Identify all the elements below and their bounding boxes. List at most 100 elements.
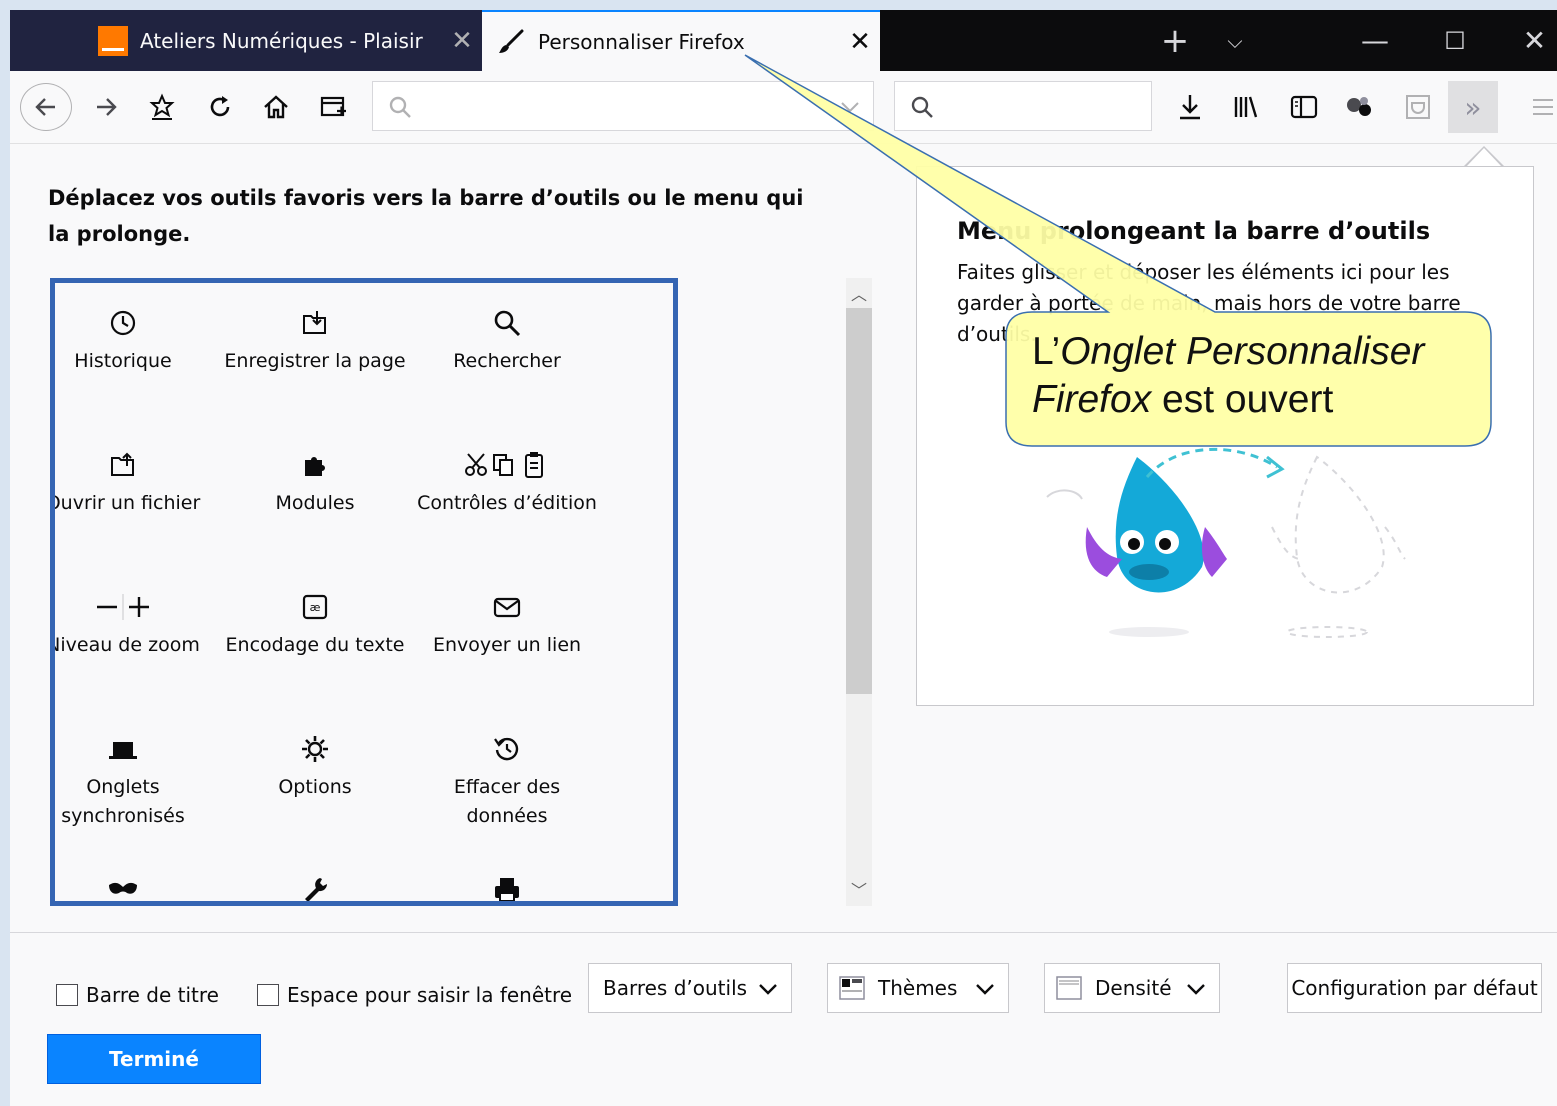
url-bar[interactable] xyxy=(372,81,874,131)
svg-text:æ: æ xyxy=(310,601,321,614)
new-tab-icon[interactable]: + xyxy=(1155,10,1195,71)
search-bar[interactable] xyxy=(894,81,1152,131)
home-icon xyxy=(264,95,288,119)
download-icon xyxy=(1180,95,1200,120)
hamburger-menu-button[interactable] xyxy=(1528,89,1557,125)
scroll-up-icon[interactable]: ︿ xyxy=(846,280,872,306)
palette-item-edit-controls[interactable]: Contrôles d’édition xyxy=(411,445,603,518)
forward-arrow-icon xyxy=(97,98,117,116)
palette-item-open-file[interactable]: Ouvrir un fichier xyxy=(50,445,219,518)
palette-item-search[interactable]: Rechercher xyxy=(411,303,603,376)
maximize-icon[interactable]: ☐ xyxy=(1430,10,1480,71)
chevron-down-icon xyxy=(1187,984,1205,995)
extension-button[interactable] xyxy=(1342,89,1378,125)
tab-ateliers[interactable]: Ateliers Numériques - Plaisir ✕ xyxy=(82,10,482,71)
palette-item-zoom[interactable]: Niveau de zoom xyxy=(50,587,219,660)
zoom-icon xyxy=(97,594,149,620)
pocket-button[interactable] xyxy=(1400,89,1436,125)
palette-item-label: Ouvrir un fichier xyxy=(50,492,201,514)
panel-title: Menu prolongeant la barre d’outils xyxy=(957,217,1431,245)
tab-title: Personnaliser Firefox xyxy=(538,29,745,54)
palette-item-developer[interactable] xyxy=(219,869,411,901)
home-button[interactable] xyxy=(258,89,294,125)
chevron-down-icon[interactable]: ⌵ xyxy=(1215,10,1255,71)
close-window-icon[interactable]: ✕ xyxy=(1512,10,1557,71)
palette-item-synced-tabs[interactable]: Onglets synchronisés xyxy=(55,729,219,831)
palette-item-label: Niveau de zoom xyxy=(50,634,200,656)
toolbars-dropdown[interactable]: Barres d’outils xyxy=(588,963,792,1013)
nav-toolbar: » xyxy=(10,71,1557,144)
palette-item-email-link[interactable]: Envoyer un lien xyxy=(411,587,603,660)
checkbox-box[interactable] xyxy=(56,984,78,1006)
synced-tabs-icon xyxy=(109,742,137,759)
forward-button[interactable] xyxy=(88,89,124,125)
done-button[interactable]: Terminé xyxy=(47,1034,261,1084)
themes-dropdown[interactable]: Thèmes xyxy=(827,963,1009,1013)
customize-instruction: Déplacez vos outils favoris vers la barr… xyxy=(48,186,804,246)
wrench-icon xyxy=(305,878,328,901)
palette-item-private-window[interactable] xyxy=(55,869,219,901)
dropdown-label: Densité xyxy=(1095,976,1172,1000)
density-icon xyxy=(1056,976,1082,1000)
palette-item-label: Onglets synchronisés xyxy=(61,776,185,827)
scrollbar-thumb[interactable] xyxy=(846,308,872,694)
bookmark-star-button[interactable] xyxy=(144,89,180,125)
text-encoding-icon: æ xyxy=(302,594,328,620)
palette-item-label: Historique xyxy=(74,350,172,372)
palette-item-label: Rechercher xyxy=(453,350,561,372)
close-tab-icon[interactable]: ✕ xyxy=(442,26,482,56)
callout-text: L’Onglet Personnaliser Firefox est ouver… xyxy=(1032,328,1482,424)
mask-icon xyxy=(109,882,137,894)
downloads-button[interactable] xyxy=(1172,89,1208,125)
library-icon xyxy=(1234,96,1258,118)
history-icon xyxy=(110,310,136,336)
dropdown-label: Barres d’outils xyxy=(603,976,748,1000)
palette-item-label: Envoyer un lien xyxy=(432,634,582,656)
minimize-icon[interactable]: — xyxy=(1350,10,1400,71)
palette-item-text-encoding[interactable]: æ Encodage du texte xyxy=(219,587,411,660)
hamburger-icon xyxy=(1533,99,1553,115)
density-dropdown[interactable]: Densité xyxy=(1044,963,1220,1013)
library-button[interactable] xyxy=(1228,89,1264,125)
palette-item-history[interactable]: Historique xyxy=(55,303,219,376)
gear-icon xyxy=(302,736,328,762)
title-bar-checkbox[interactable]: Barre de titre xyxy=(56,977,219,1013)
dropdown-label: Thèmes xyxy=(878,976,958,1000)
extension-icon xyxy=(1347,97,1371,116)
palette-item-options[interactable]: Options xyxy=(219,729,411,802)
overflow-menu-button[interactable]: » xyxy=(1448,81,1498,133)
palette-item-modules[interactable]: Modules xyxy=(219,445,411,518)
forget-icon xyxy=(494,737,519,761)
checkbox-label: Espace pour saisir la fenêtre xyxy=(287,983,573,1007)
tab-personnaliser[interactable]: Personnaliser Firefox ✕ xyxy=(482,10,880,71)
chevron-down-icon xyxy=(759,984,777,995)
new-window-icon xyxy=(320,96,346,117)
email-link-icon xyxy=(493,597,521,618)
palette-item-forget[interactable]: Effacer des données xyxy=(411,729,603,831)
palette-item-save-page[interactable]: Enregistrer la page xyxy=(219,303,411,376)
back-button[interactable] xyxy=(20,83,72,131)
palette-scrollbar[interactable]: ︿ ﹀ xyxy=(846,278,872,906)
save-page-icon xyxy=(303,311,326,334)
palette-item-label: Options xyxy=(278,776,352,798)
tab-title: Ateliers Numériques - Plaisir xyxy=(140,28,423,53)
drag-space-checkbox[interactable]: Espace pour saisir la fenêtre xyxy=(257,977,572,1013)
new-window-button[interactable] xyxy=(315,89,351,125)
search-icon xyxy=(389,96,411,118)
palette-item-label: Encodage du texte xyxy=(225,634,405,656)
palette-item-print[interactable] xyxy=(411,869,603,901)
open-file-icon xyxy=(111,452,134,476)
double-chevron-icon: » xyxy=(1464,90,1482,124)
checkbox-box[interactable] xyxy=(257,984,279,1006)
callout-prefix: L’ xyxy=(1032,330,1061,373)
reset-defaults-button[interactable]: Configuration par défaut xyxy=(1287,963,1542,1013)
palette-item-label: Enregistrer la page xyxy=(224,350,406,372)
scroll-down-icon[interactable]: ﹀ xyxy=(846,876,872,902)
reload-button[interactable] xyxy=(202,89,238,125)
search-icon xyxy=(494,310,521,337)
sidebar-button[interactable] xyxy=(1286,89,1322,125)
chevron-down-icon[interactable] xyxy=(839,98,861,116)
dragon-illustration-icon xyxy=(1046,447,1406,638)
palette-item-label: Modules xyxy=(275,492,355,514)
close-tab-icon[interactable]: ✕ xyxy=(840,27,880,57)
